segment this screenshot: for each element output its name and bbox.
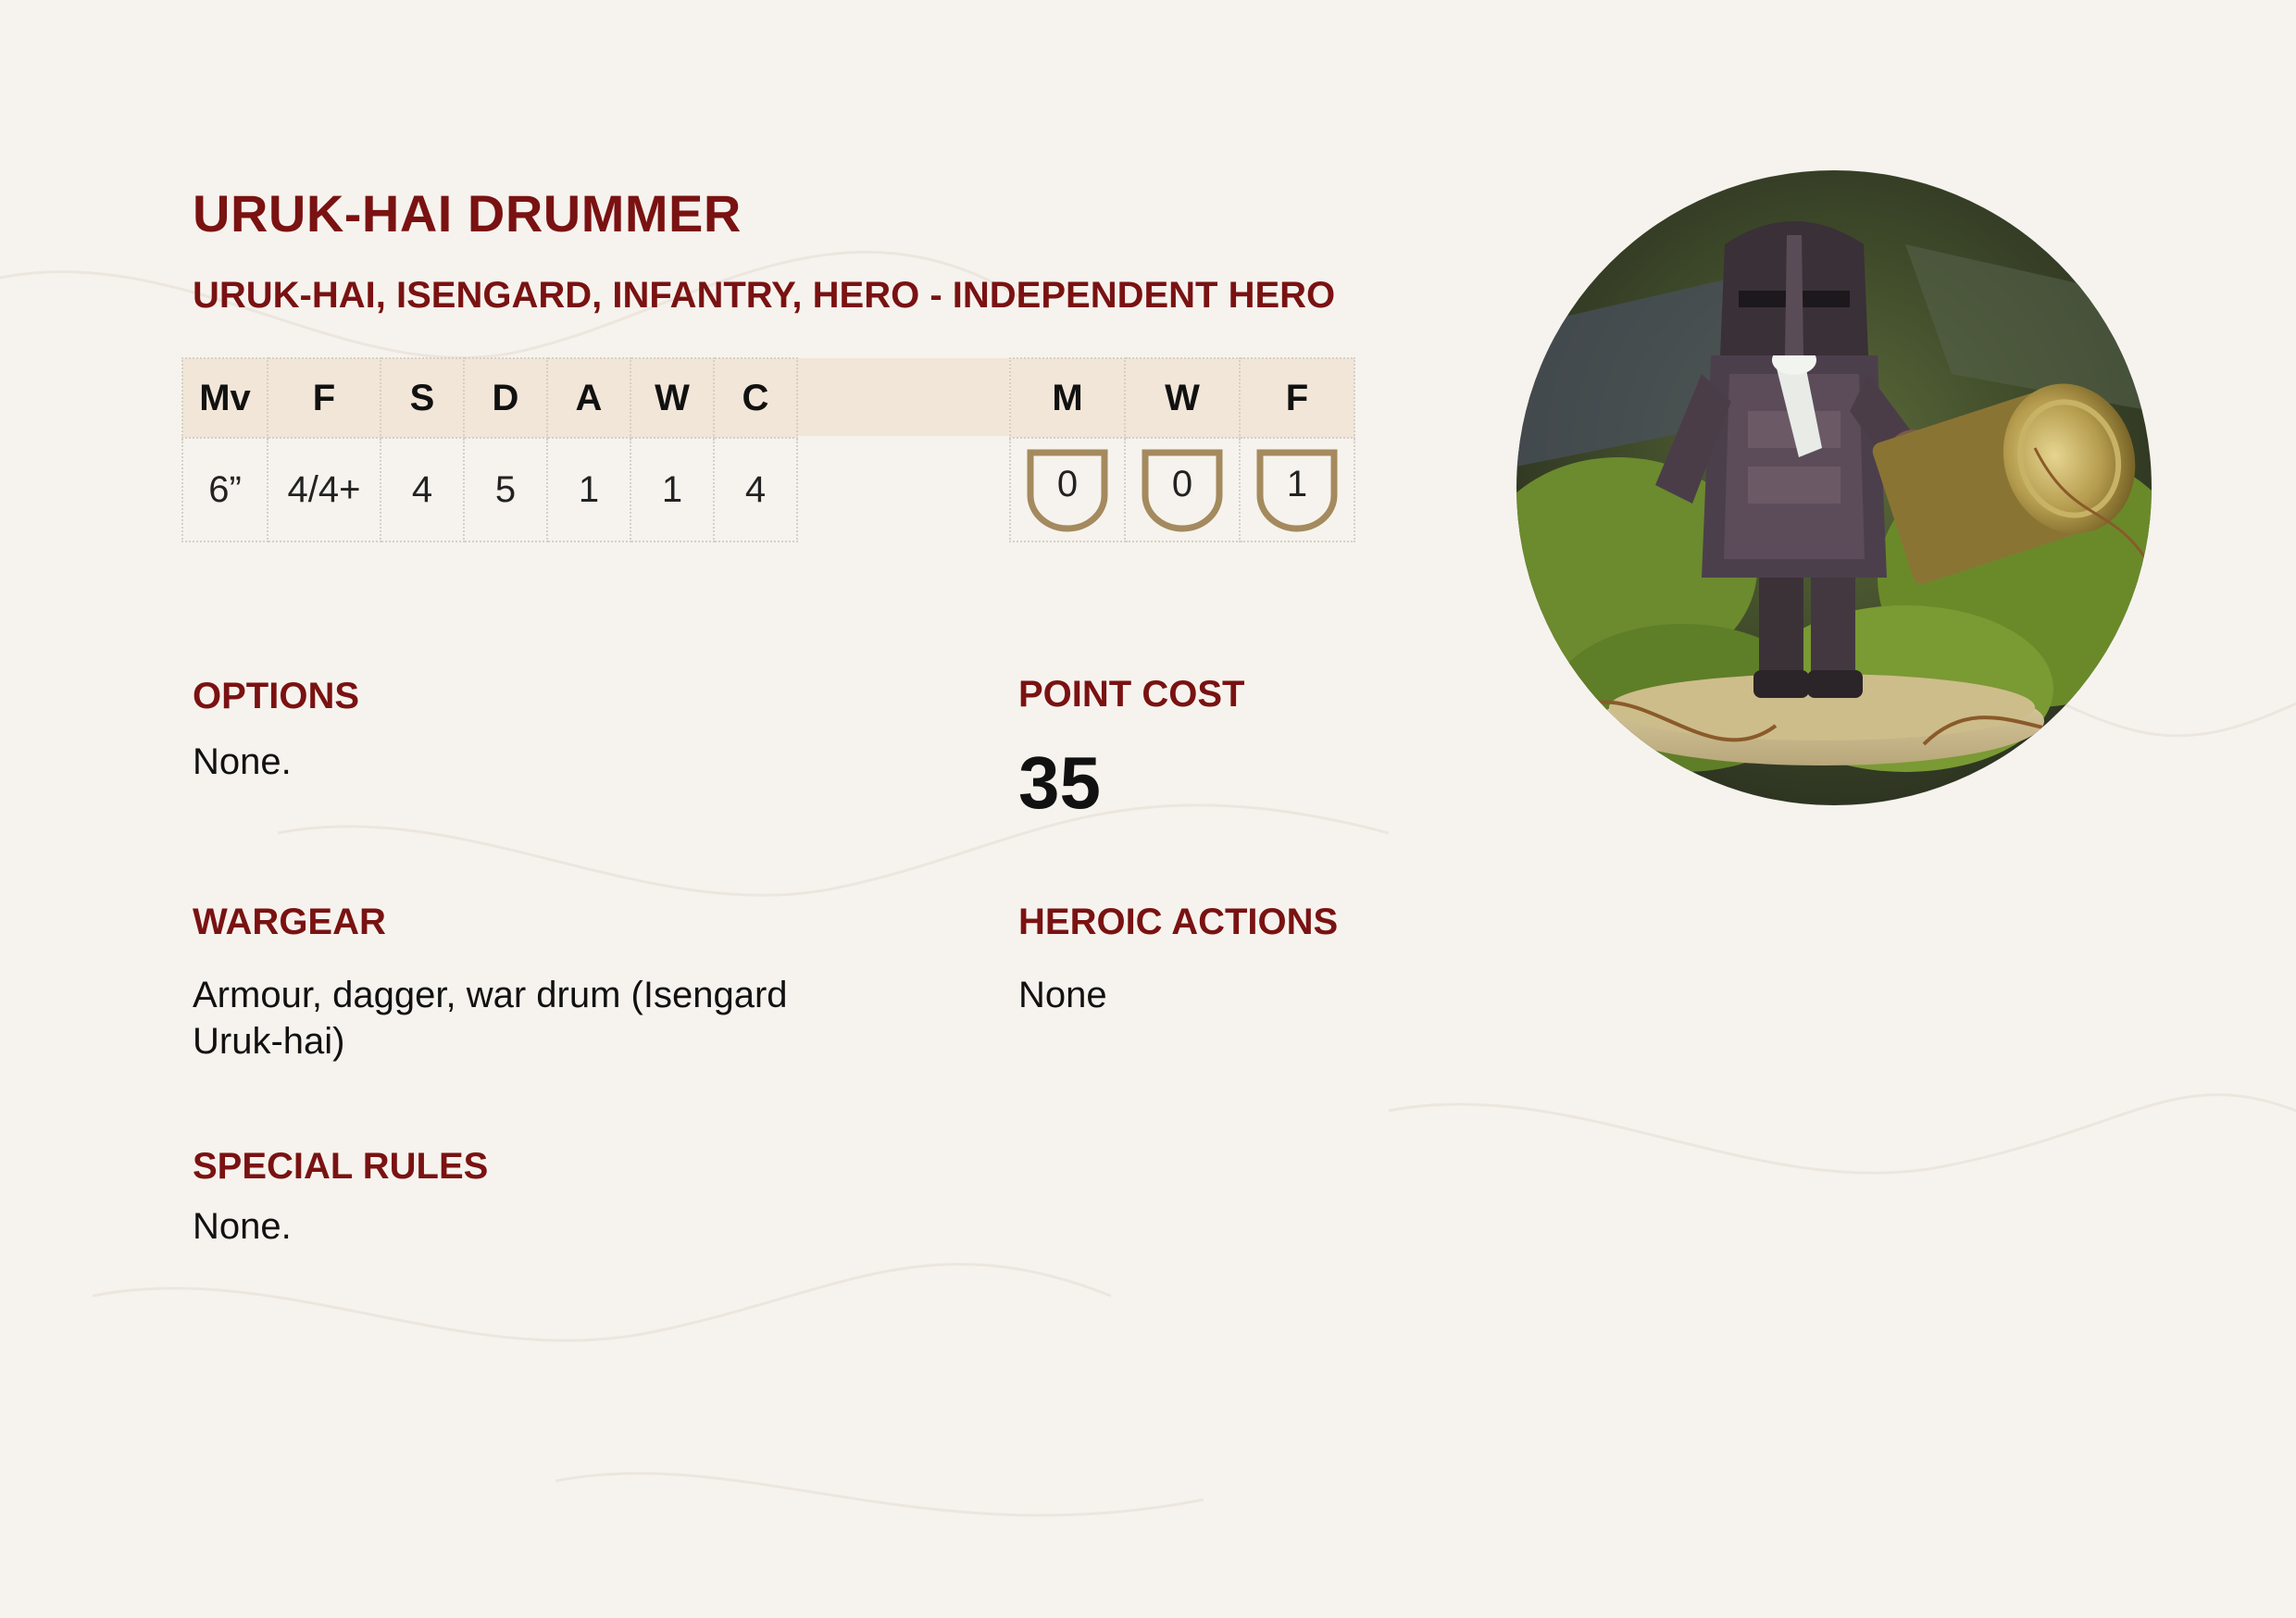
stat-value-w: 1 <box>630 437 715 542</box>
hero-header-fate: F <box>1239 357 1355 439</box>
special-rules-text: None. <box>193 1206 292 1247</box>
stat-header-s: S <box>380 357 465 439</box>
stat-header-row: Mv F S D A W C <box>181 357 798 439</box>
miniature-portrait <box>1516 170 2152 805</box>
hero-value-will: 0 <box>1171 464 1193 504</box>
hero-stat-value-row: 0 0 1 <box>1009 437 1355 542</box>
stat-header-f: F <box>267 357 381 439</box>
stat-header-band <box>789 358 1009 436</box>
wargear-line-2: Uruk-hai) <box>193 1021 345 1062</box>
stat-value-d: 5 <box>463 437 548 542</box>
stat-value-mv: 6” <box>181 437 268 542</box>
stat-header-w: W <box>630 357 715 439</box>
point-cost-heading: POINT COST <box>1018 674 1245 715</box>
stat-value-row: 6” 4/4+ 4 5 1 1 4 <box>181 437 798 542</box>
keywords-line: URUK-HAI, ISENGARD, INFANTRY, HERO - IND… <box>193 275 1336 316</box>
hero-stat-table: M W F 0 0 1 <box>1009 357 1355 542</box>
options-heading: OPTIONS <box>193 676 360 716</box>
stat-header-c: C <box>713 357 798 439</box>
shield-icon: 0 <box>1140 447 1225 532</box>
hero-cell-might: 0 <box>1009 437 1126 542</box>
hero-cell-fate: 1 <box>1239 437 1355 542</box>
stat-header-mv: Mv <box>181 357 268 439</box>
stat-value-s: 4 <box>380 437 465 542</box>
hero-value-fate: 1 <box>1286 464 1308 504</box>
options-text: None. <box>193 741 292 782</box>
stat-value-c: 4 <box>713 437 798 542</box>
wargear-heading: WARGEAR <box>193 902 386 942</box>
hero-header-might: M <box>1009 357 1126 439</box>
heroic-actions-heading: HEROIC ACTIONS <box>1018 902 1339 942</box>
shield-icon: 1 <box>1254 447 1340 532</box>
stat-value-f: 4/4+ <box>267 437 381 542</box>
hero-stat-header-row: M W F <box>1009 357 1355 439</box>
stat-value-a: 1 <box>546 437 631 542</box>
hero-value-might: 0 <box>1056 464 1079 504</box>
page-title: URUK-HAI DRUMMER <box>193 184 742 243</box>
hero-cell-will: 0 <box>1124 437 1241 542</box>
wargear-text: Armour, dagger, war drum (Isengard Uruk-… <box>193 972 788 1064</box>
special-rules-heading: SPECIAL RULES <box>193 1146 489 1187</box>
heroic-actions-text: None <box>1018 975 1107 1015</box>
profile-card: URUK-HAI DRUMMER URUK-HAI, ISENGARD, INF… <box>0 0 2296 1618</box>
stat-header-d: D <box>463 357 548 439</box>
stat-header-a: A <box>546 357 631 439</box>
uruk-hai-drummer-miniature-photo <box>1516 170 2152 805</box>
stat-table: Mv F S D A W C 6” 4/4+ 4 5 1 1 4 <box>181 357 798 542</box>
wargear-line-1: Armour, dagger, war drum (Isengard <box>193 975 788 1015</box>
shield-icon: 0 <box>1025 447 1110 532</box>
hero-header-will: W <box>1124 357 1241 439</box>
point-cost-value: 35 <box>1018 741 1101 824</box>
